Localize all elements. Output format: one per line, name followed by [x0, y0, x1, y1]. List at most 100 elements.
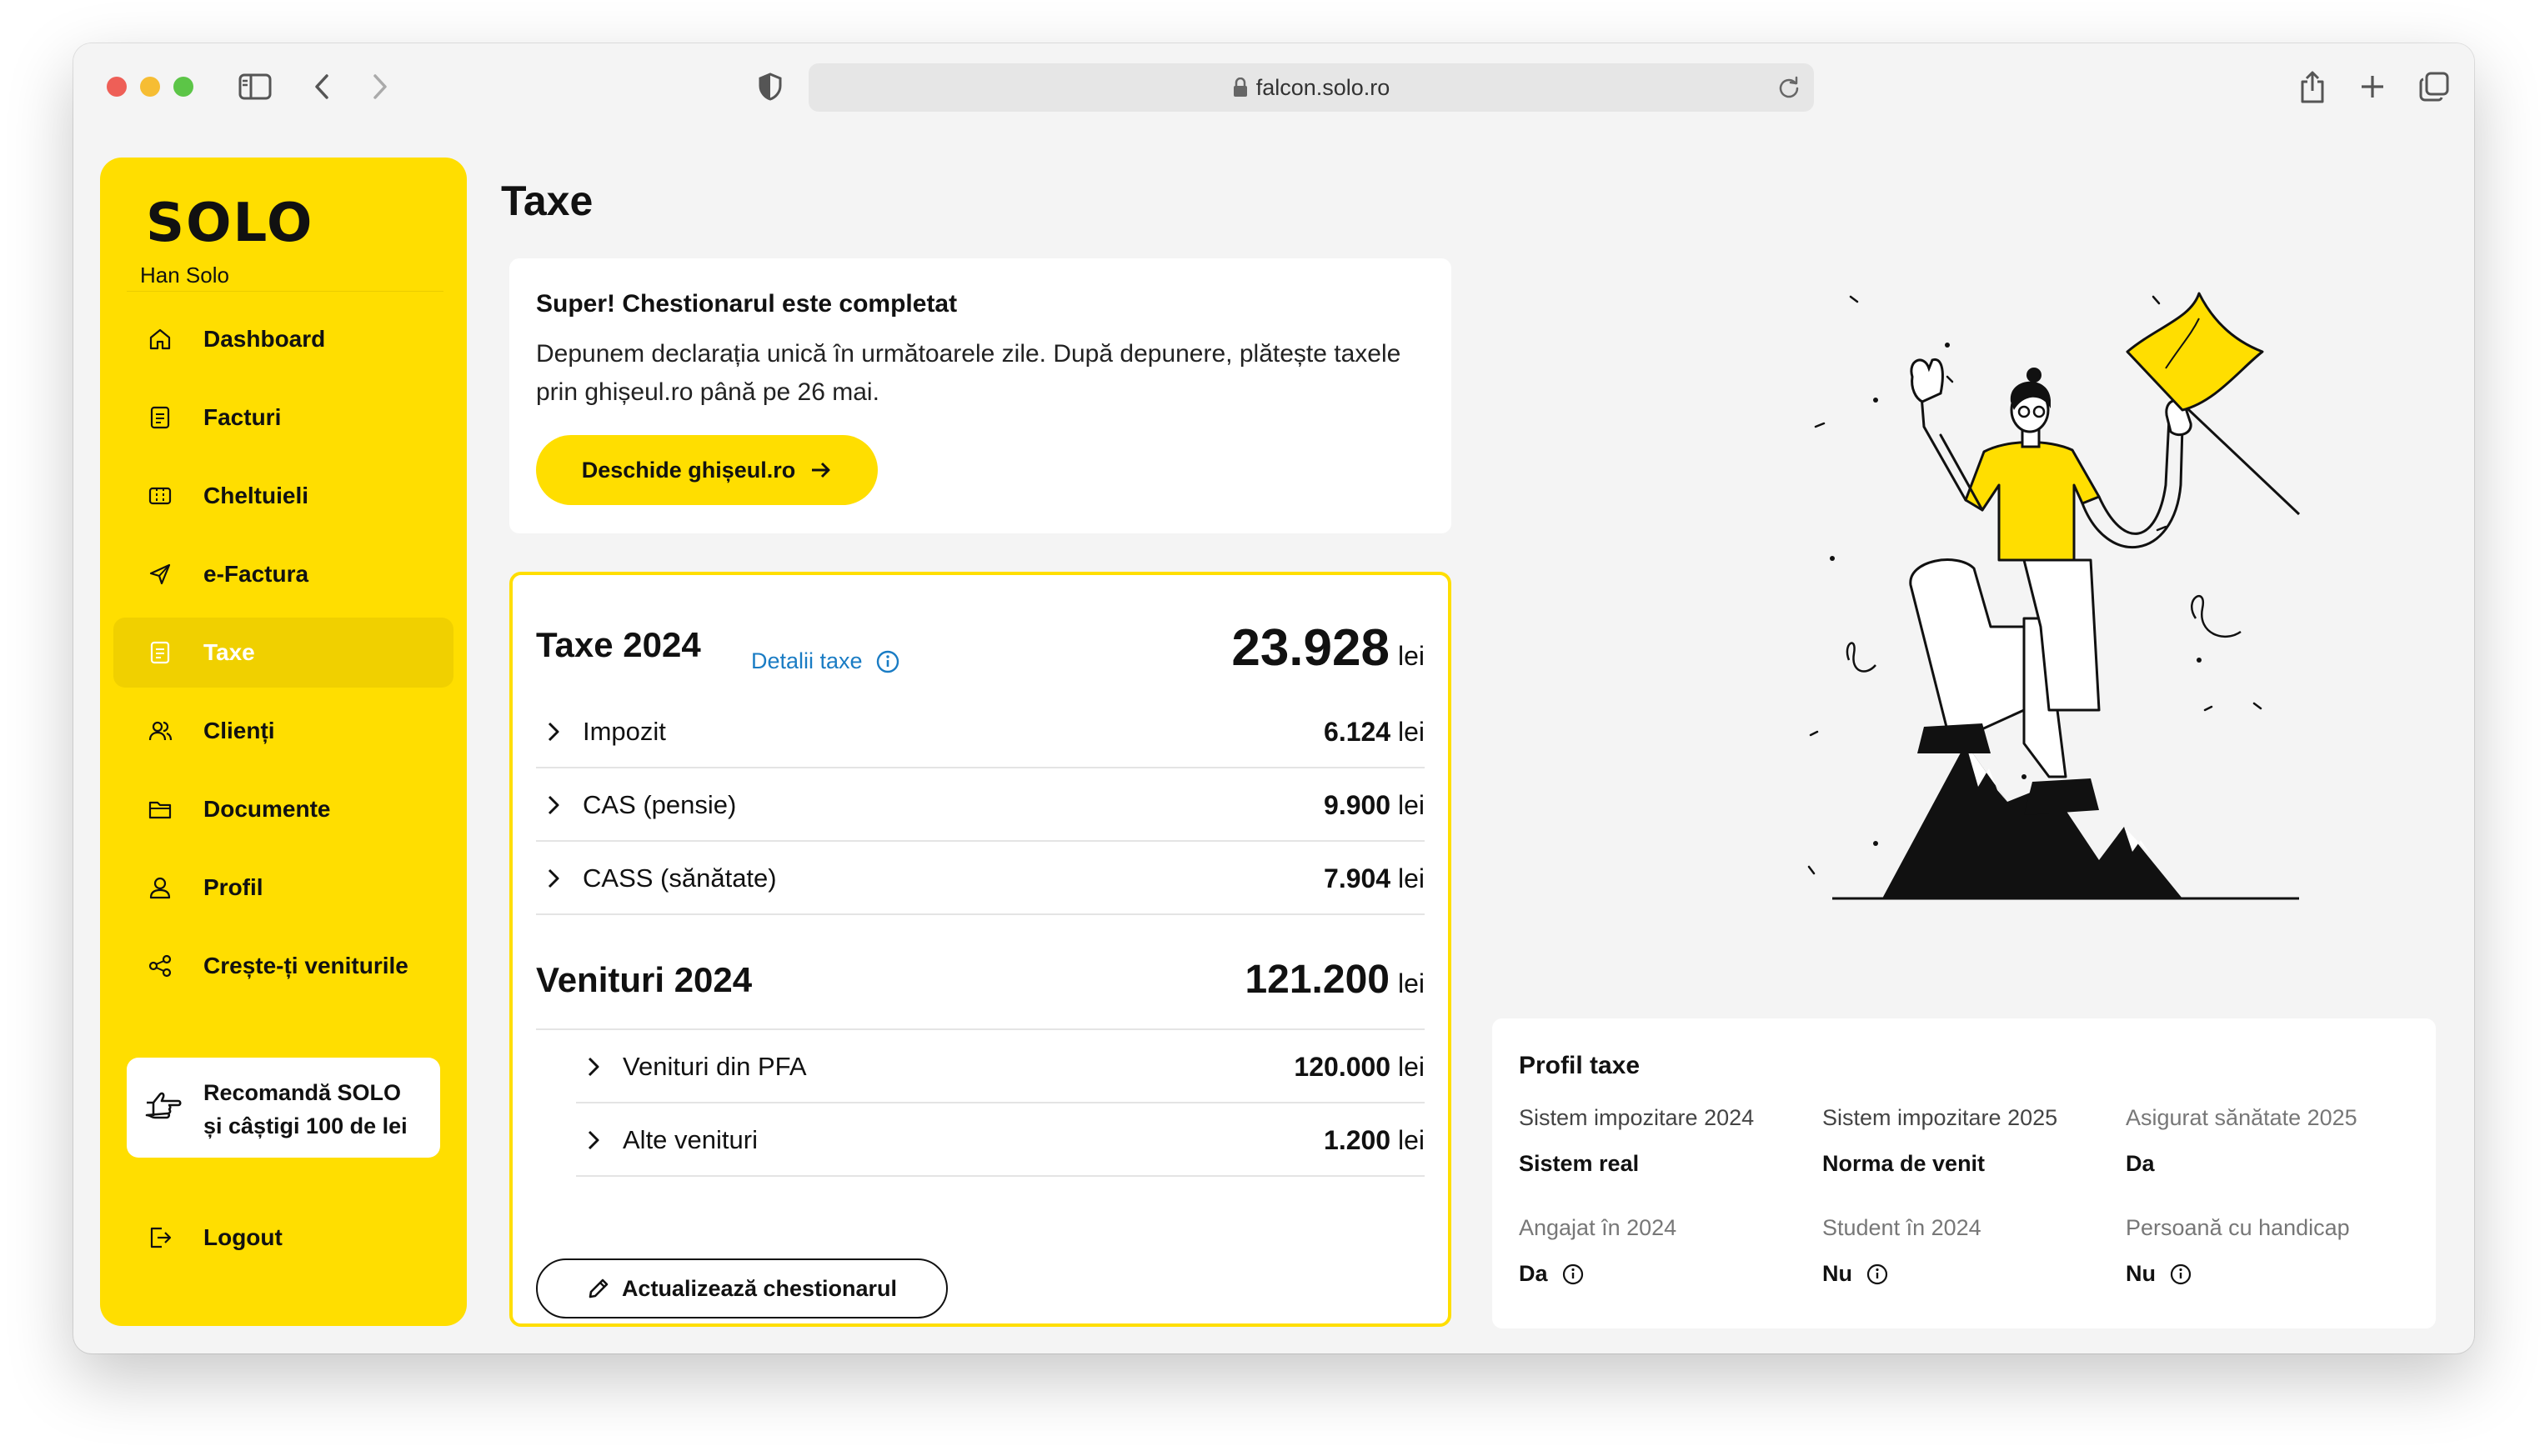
chevron-right-icon [586, 1128, 601, 1152]
new-tab-icon[interactable] [2354, 68, 2391, 105]
sidebar-item-e-factura[interactable]: e-Factura [113, 539, 453, 609]
chevron-right-icon [546, 867, 561, 890]
reload-icon[interactable] [1777, 76, 1801, 105]
currency-unit: lei [1397, 1125, 1425, 1155]
tax-row-label: CASS (sănătate) [583, 863, 777, 893]
sidebar-item-facturi[interactable]: Facturi [113, 383, 453, 453]
folder-icon [147, 796, 173, 823]
tax-details-label: Detalii taxe [751, 648, 863, 673]
chevron-right-icon [546, 720, 561, 743]
sidebar-item-clienti[interactable]: Clienți [113, 696, 453, 766]
currency-unit: lei [1397, 968, 1425, 998]
income-total: 121.200 lei [1245, 957, 1425, 1003]
sidebar-item-label: Facturi [203, 404, 282, 430]
tax-row-value: 9.900 [1324, 790, 1391, 820]
sidebar: SOLO Han Solo Dashboard Facturi Cheltuie… [100, 158, 467, 1326]
page-title: Taxe [501, 178, 594, 224]
pointing-hand-icon [143, 1089, 183, 1127]
open-ghiseul-label: Deschide ghișeul.ro [581, 457, 796, 483]
tax-row-cass[interactable]: CASS (sănătate) 7.904 lei [536, 842, 1425, 915]
income-total-value: 121.200 [1245, 958, 1390, 1002]
tax-profile-field: Student în 2024 Nu [1822, 1215, 1981, 1287]
forward-arrow-icon[interactable] [362, 68, 398, 105]
field-value: Da [1519, 1261, 1548, 1286]
tax-profile-card: Profil taxe Sistem impozitare 2024 Siste… [1492, 1018, 2436, 1328]
update-questionnaire-button[interactable]: Actualizează chestionarul [536, 1258, 948, 1318]
currency-unit: lei [1397, 863, 1425, 893]
document-icon [147, 639, 173, 666]
taxes-total-value: 23.928 [1231, 619, 1390, 677]
promo-line-1: Recomandă SOLO [203, 1080, 402, 1105]
sidebar-item-logout[interactable]: Logout [113, 1203, 453, 1273]
sidebar-item-cheltuieli[interactable]: Cheltuieli [113, 461, 453, 531]
tax-row-impozit[interactable]: Impozit 6.124 lei [536, 695, 1425, 768]
lock-icon [1233, 78, 1248, 98]
info-icon[interactable] [1561, 1263, 1585, 1286]
field-value: Nu [1822, 1261, 1852, 1286]
tax-row-label: CAS (pensie) [583, 790, 737, 819]
field-label: Sistem impozitare 2024 [1519, 1105, 1755, 1130]
address-bar[interactable]: falcon.solo.ro [809, 63, 1814, 112]
sidebar-item-documente[interactable]: Documente [113, 774, 453, 844]
sidebar-item-label: Dashboard [203, 326, 326, 352]
tax-details-link[interactable]: Detalii taxe [751, 648, 899, 674]
home-icon [147, 326, 173, 353]
invoice-icon [147, 404, 173, 431]
sidebar-item-label: Cheltuieli [203, 483, 309, 508]
logo-text: SOLO [146, 193, 313, 254]
users-icon [147, 718, 173, 744]
sidebar-item-label: Documente [203, 796, 331, 822]
share-nodes-icon [147, 953, 173, 979]
info-icon [876, 650, 899, 673]
browser-window: falcon.solo.ro SOLO Han Solo Dashboard F… [73, 43, 2474, 1353]
sidebar-item-label: e-Factura [203, 561, 309, 587]
sidebar-item-dashboard[interactable]: Dashboard [113, 304, 453, 374]
info-icon[interactable] [1866, 1263, 1889, 1286]
tax-profile-field: Persoană cu handicap Nu [2126, 1215, 2350, 1287]
pencil-icon [587, 1277, 610, 1300]
solo-logo[interactable]: SOLO [146, 189, 313, 256]
currency-unit: lei [1397, 1052, 1425, 1082]
tax-row-label: Impozit [583, 717, 666, 746]
open-ghiseul-button[interactable]: Deschide ghișeul.ro [536, 435, 878, 505]
currency-unit: lei [1397, 641, 1425, 671]
tab-overview-icon[interactable] [2416, 68, 2452, 105]
income-row-other[interactable]: Alte venituri 1.200 lei [576, 1103, 1425, 1177]
back-arrow-icon[interactable] [303, 68, 340, 105]
income-row-label: Venituri din PFA [623, 1052, 807, 1081]
promo-line-2: și câștigi 100 de lei [203, 1113, 408, 1138]
tax-profile-field: Sistem impozitare 2025 Norma de venit [1822, 1105, 2057, 1177]
tax-profile-field: Angajat în 2024 Da [1519, 1215, 1676, 1287]
sidebar-item-label: Profil [203, 874, 263, 900]
share-icon[interactable] [2294, 68, 2331, 105]
info-icon[interactable] [2169, 1263, 2192, 1286]
privacy-shield-icon[interactable] [752, 68, 789, 105]
referral-promo-card[interactable]: Recomandă SOLO și câștigi 100 de lei [127, 1058, 440, 1158]
questionnaire-heading: Super! Chestionarul este completat [536, 290, 958, 318]
field-value: Sistem real [1519, 1151, 1640, 1176]
minimize-window-button[interactable] [140, 77, 160, 97]
sidebar-item-creste-ti-veniturile[interactable]: Crește-ți veniturile [113, 931, 453, 1001]
field-value: Nu [2126, 1261, 2156, 1286]
sidebar-toggle-icon[interactable] [237, 68, 273, 105]
close-window-button[interactable] [107, 77, 127, 97]
receipt-icon [147, 483, 173, 509]
tax-row-value: 6.124 [1324, 717, 1391, 747]
mountain-climber-illustration [1657, 277, 2324, 927]
sidebar-item-profil[interactable]: Profil [113, 853, 453, 923]
tax-profile-field: Asigurat sănătate 2025 Da [2126, 1105, 2357, 1177]
user-name: Han Solo [140, 263, 229, 288]
maximize-window-button[interactable] [173, 77, 193, 97]
sidebar-item-taxe[interactable]: Taxe [113, 618, 453, 688]
url-text: falcon.solo.ro [1255, 74, 1390, 100]
income-row-label: Alte venituri [623, 1125, 758, 1154]
chevron-right-icon [546, 793, 561, 817]
update-questionnaire-label: Actualizează chestionarul [621, 1275, 898, 1301]
field-label: Sistem impozitare 2025 [1822, 1105, 2058, 1130]
currency-unit: lei [1397, 717, 1425, 747]
sidebar-item-label: Crește-ți veniturile [203, 953, 408, 978]
taxes-summary-card: Taxe 2024 Detalii taxe 23.928 lei Impozi… [509, 572, 1451, 1327]
income-row-pfa[interactable]: Venituri din PFA 120.000 lei [576, 1030, 1425, 1103]
tax-row-cas[interactable]: CAS (pensie) 9.900 lei [536, 768, 1425, 842]
sidebar-divider [127, 291, 443, 292]
